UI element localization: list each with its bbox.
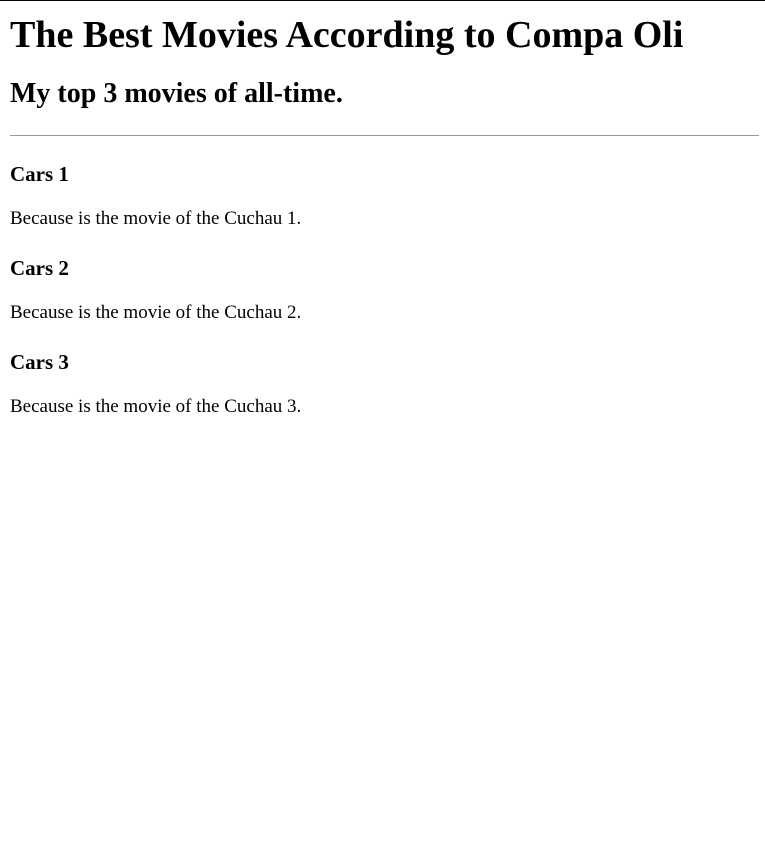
movie-reason: Because is the movie of the Cuchau 2. (10, 302, 302, 323)
divider (10, 135, 759, 136)
movie-title: Cars 1 (10, 162, 69, 186)
movie-reason: Because is the movie of the Cuchau 1. (10, 208, 302, 229)
movie-title: Cars 3 (10, 350, 69, 374)
page-subtitle: My top 3 movies of all-time. (10, 78, 343, 109)
movie-item-1: Cars 1 Because is the movie of the Cucha… (10, 160, 759, 230)
page-title: The Best Movies According to Compa Oli (10, 14, 684, 56)
movie-title: Cars 2 (10, 256, 69, 280)
movie-item-3: Cars 3 Because is the movie of the Cucha… (10, 348, 759, 418)
movie-reason: Because is the movie of the Cuchau 3. (10, 396, 302, 417)
page-content: The Best Movies According to Compa Oli M… (0, 13, 765, 418)
movie-item-2: Cars 2 Because is the movie of the Cucha… (10, 254, 759, 324)
